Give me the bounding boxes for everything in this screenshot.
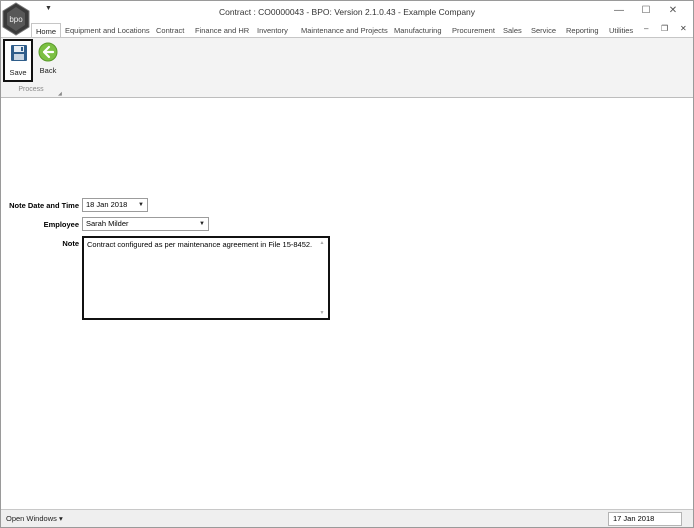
close-button[interactable]: ✕ [661, 4, 685, 18]
note-scrollbar[interactable]: ▲ ▼ [318, 240, 326, 316]
tab-service[interactable]: Service [531, 23, 556, 38]
scroll-down-icon[interactable]: ▼ [318, 310, 326, 316]
note-label: Note [62, 239, 79, 248]
quick-access-dropdown-icon[interactable]: ▼ [45, 5, 52, 12]
tab-equipment-and-locations[interactable]: Equipment and Locations [65, 23, 150, 38]
tab-finance-and-hr[interactable]: Finance and HR [195, 23, 249, 38]
tab-maintenance-and-projects[interactable]: Maintenance and Projects [301, 23, 388, 38]
tab-contract[interactable]: Contract [156, 23, 184, 38]
chevron-down-icon[interactable]: ▼ [199, 218, 205, 230]
tab-reporting[interactable]: Reporting [566, 23, 599, 38]
tab-manufacturing[interactable]: Manufacturing [394, 23, 442, 38]
save-button-label: Save [9, 68, 27, 77]
note-date-label: Note Date and Time [9, 201, 79, 210]
ribbon-restore-button[interactable]: ❐ [661, 24, 668, 33]
status-date: 17 Jan 2018 [608, 512, 682, 526]
title-bar: Contract : CO0000043 - BPO: Version 2.1.… [1, 1, 693, 23]
minimize-button[interactable]: — [607, 4, 631, 18]
dialog-launcher-icon[interactable]: ◢ [58, 91, 62, 97]
ribbon-panel: Save Back Process ◢ [1, 37, 693, 98]
save-button[interactable]: Save [3, 39, 33, 82]
maximize-button[interactable]: ☐ [634, 4, 658, 18]
note-value: Contract configured as per maintenance a… [87, 240, 313, 249]
note-date-picker[interactable]: 18 Jan 2018 ▼ [82, 198, 148, 212]
tab-home[interactable]: Home [31, 23, 62, 38]
back-button-label: Back [39, 66, 57, 75]
scroll-up-icon[interactable]: ▲ [318, 240, 326, 246]
back-arrow-icon [38, 42, 58, 62]
window-title: Contract : CO0000043 - BPO: Version 2.1.… [218, 7, 476, 17]
ribbon-minimize-button[interactable]: – [644, 24, 648, 33]
status-bar: Open Windows ▾ 17 Jan 2018 [1, 509, 693, 527]
back-button[interactable]: Back [35, 41, 61, 81]
tab-inventory[interactable]: Inventory [257, 23, 288, 38]
ribbon-tab-bar: Home Equipment and Locations Contract Fi… [1, 21, 693, 38]
tab-utilities[interactable]: Utilities [609, 23, 633, 38]
note-textarea[interactable]: Contract configured as per maintenance a… [82, 236, 330, 320]
floppy-disk-icon [11, 45, 27, 61]
application-window: Contract : CO0000043 - BPO: Version 2.1.… [0, 0, 694, 528]
tab-sales[interactable]: Sales [503, 23, 522, 38]
tab-procurement[interactable]: Procurement [452, 23, 495, 38]
chevron-down-icon[interactable]: ▼ [138, 199, 144, 211]
employee-value: Sarah Milder [86, 219, 129, 228]
employee-label: Employee [43, 220, 79, 229]
note-date-value: 18 Jan 2018 [86, 200, 128, 209]
open-windows-menu[interactable]: Open Windows ▾ [6, 514, 63, 523]
ribbon-group-process-label: Process [18, 86, 44, 93]
employee-select[interactable]: Sarah Milder ▼ [82, 217, 209, 231]
ribbon-close-button[interactable]: ✕ [680, 24, 687, 33]
